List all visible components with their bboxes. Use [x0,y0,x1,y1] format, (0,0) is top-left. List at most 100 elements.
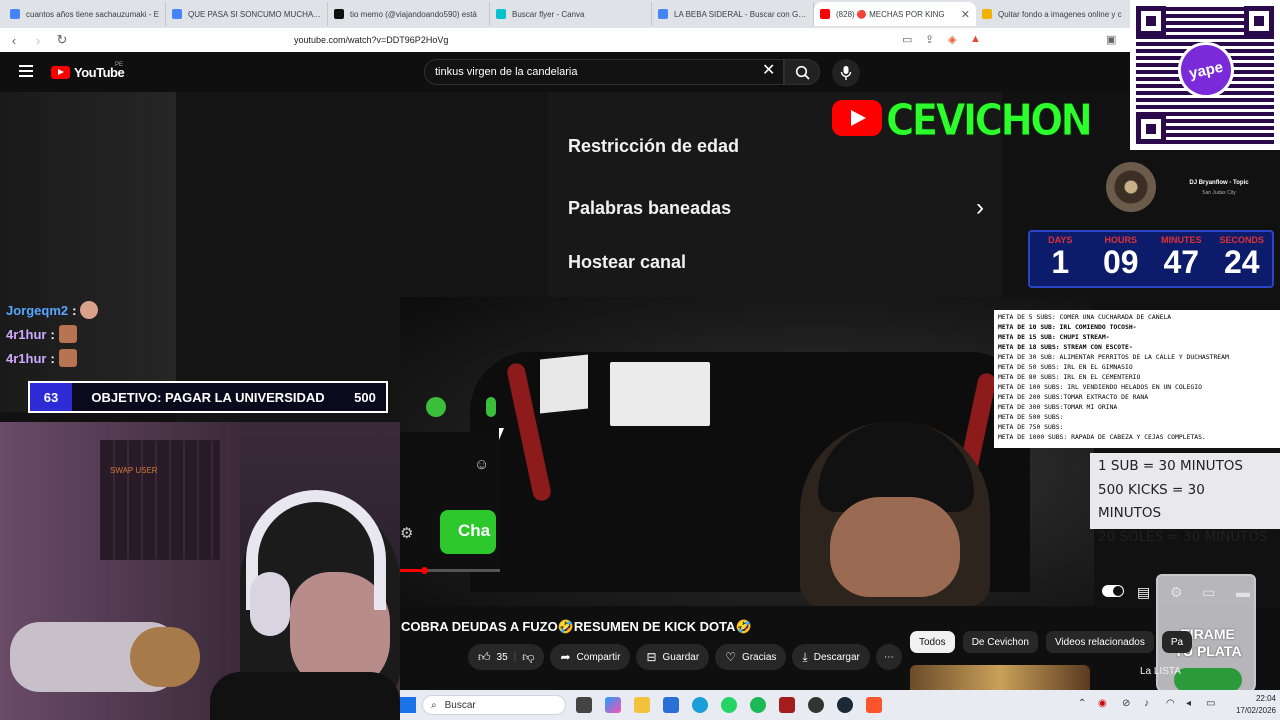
share-icon[interactable]: ⇪ [925,33,934,46]
steam-icon[interactable] [837,697,853,713]
qr-finder [1244,6,1274,36]
channel-banner: CEVICHON [832,95,1093,149]
search-input[interactable]: tinkus virgen de la candelaria [424,59,784,85]
chip-from-channel[interactable]: De Cevichon [962,631,1038,653]
chevron-right-icon: › [976,194,984,221]
tray-app-icon[interactable]: ⊘ [1122,698,1130,709]
app-icon[interactable] [808,697,824,713]
chip-all[interactable]: Todos [910,631,955,653]
brave-shield-icon[interactable]: ◈ [948,33,956,46]
yape-qr-code: yape [1130,0,1280,150]
video-title: COBRA DEUDAS A FUZO🤣RESUMEN DE KICK DOTA… [401,619,752,634]
tab-title: Quitar fondo a imagenes online y c [998,9,1122,19]
chip-more[interactable]: Pa [1161,631,1193,653]
scrub-handle [421,567,428,574]
taskbar-clock[interactable]: 22:04 17/02/2026 [1232,693,1276,717]
tab-favicon-icon [10,9,20,19]
mouse-cursor-icon [499,428,504,440]
tab-title: cuantos años tiene sachauzumaki - E [26,9,159,19]
tray-app-icon[interactable]: ◉ [1098,698,1107,709]
browser-toolbar: ‹ › ↻ ☆ youtube.com/watch?v=DDT96P2HoVg … [0,28,1280,52]
emote-icon [58,349,77,367]
browser-tab[interactable]: (828) 🔴 MECHAS POR KING ✕ [814,2,976,26]
microphone-icon [840,66,852,80]
browser-tab[interactable]: QUE PASA SI SONCUMO MUCHA CA [166,2,328,26]
monitor-screen [610,362,710,426]
like-button[interactable]: 👍︎ 35 | 👎︎ [468,644,545,670]
sidebar-toggle-icon[interactable]: ▣ [1106,33,1116,46]
wifi-icon[interactable]: ◠ [1166,698,1175,709]
recommended-video-thumbnail[interactable] [910,665,1090,691]
download-label: Descargar [813,651,860,663]
menu-icon[interactable] [19,65,33,77]
headphone-cup [250,572,290,636]
thanks-button[interactable]: ♡ Gracias [715,644,787,670]
share-label: Compartir [576,651,621,663]
tab-favicon-icon [172,9,182,19]
browser-tab[interactable]: Quitar fondo a imagenes online y c [976,2,1138,26]
reload-icon[interactable]: ↻ [52,32,72,48]
tab-title: Buscar flyer - Canva [512,9,585,19]
chevron-up-icon[interactable]: ⌃ [1078,698,1086,709]
copilot-icon[interactable] [605,697,621,713]
windows-taskbar: ⌕ Buscar ⌃ ◉ ⊘ ♪ ◠ ◂ ▭ 22:04 17/02/2026 [400,690,1280,720]
edge-icon[interactable] [692,697,708,713]
autoplay-toggle[interactable] [1102,585,1124,597]
webcam-overlay: SWAP USER [0,422,400,720]
file-explorer-icon[interactable] [634,697,650,713]
whatsapp-icon[interactable] [721,697,737,713]
cast-icon[interactable]: ▭ [902,33,912,46]
countdown-value: 1 [1051,244,1070,280]
countdown-seconds: SECONDS 24 [1212,232,1273,286]
captions-icon[interactable]: ▤ [1137,584,1150,601]
spotify-icon[interactable] [750,697,766,713]
store-icon[interactable] [663,697,679,713]
recommended-video-title[interactable]: La LISTA [1140,666,1181,677]
address-bar[interactable]: youtube.com/watch?v=DDT96P2HoVg [248,31,1004,49]
goal-current: 63 [30,383,72,411]
search-button[interactable] [784,59,820,85]
windows-start-icon[interactable] [400,697,416,713]
close-tab-icon[interactable]: ✕ [961,8,970,21]
countdown-value: 47 [1163,244,1200,280]
browser-tab-strip: cuantos años tiene sachauzumaki - E QUE P… [0,0,1280,28]
dota-icon[interactable] [779,697,795,713]
goal-bar: 63 OBJETIVO: PAGAR LA UNIVERSIDAD 500 [28,381,388,413]
search-value: tinkus virgen de la candelaria [435,66,578,78]
youtube-header: YouTube PE tinkus virgen de la candelari… [0,52,1280,92]
brave-icon[interactable] [866,697,882,713]
back-icon[interactable]: ‹ [4,33,24,48]
rate-line: 1 SUB = 30 MINUTOS [1098,458,1244,474]
rewards-icon[interactable]: ▲ [970,33,981,45]
save-button[interactable]: ⊟ Guardar [636,644,710,670]
browser-tab[interactable]: cuantos años tiene sachauzumaki - E [4,2,166,26]
taskbar-search[interactable]: ⌕ Buscar [422,695,566,715]
yape-logo: yape [1172,36,1240,104]
youtube-play-icon [51,66,70,79]
more-icon: ⋯ [883,651,894,663]
tab-favicon-icon [820,9,830,19]
tab-title: QUE PASA SI SONCUMO MUCHA CA [188,9,321,19]
volume-icon[interactable]: ◂ [1186,698,1191,709]
chip-related[interactable]: Videos relacionados [1045,631,1154,653]
task-view-icon[interactable] [576,697,592,713]
sub-goals-list: META DE 5 SUBS: COMER UNA CUCHARADA DE C… [994,310,1280,448]
chat-username: Jorgeqm2 [6,302,69,318]
sub-goal-line: META DE 15 SUB: CHUPI STREAM- [998,333,1110,341]
clear-search-icon[interactable]: ✕ [762,63,775,79]
share-button[interactable]: ➦ Compartir [550,644,631,670]
voice-search-button[interactable] [832,59,860,87]
download-button[interactable]: ⤓ Descargar [792,644,870,670]
battery-icon[interactable]: ▭ [1206,698,1215,709]
microphone-icon[interactable]: ♪ [1144,698,1149,709]
forward-icon[interactable]: › [28,33,48,48]
more-actions-button[interactable]: ⋯ [875,644,902,670]
rate-line: 20 SOLES = 30 MINUTOS [1098,528,1268,545]
browser-tab[interactable]: Buscar flyer - Canva [490,2,652,26]
thumbs-down-icon[interactable]: 👎︎ [522,650,534,665]
rates-panel: 1 SUB = 30 MINUTOS 500 KICKS = 30 MINUTO… [1090,453,1280,545]
browser-tab[interactable]: LA BEBA SIDERAL - Buscar con Goog [652,2,814,26]
menu-item-banned-words: Palabras baneadas [568,198,732,218]
browser-tab[interactable]: tio memo (@viajandoando590) está [328,2,490,26]
youtube-logo[interactable]: YouTube [51,65,125,80]
